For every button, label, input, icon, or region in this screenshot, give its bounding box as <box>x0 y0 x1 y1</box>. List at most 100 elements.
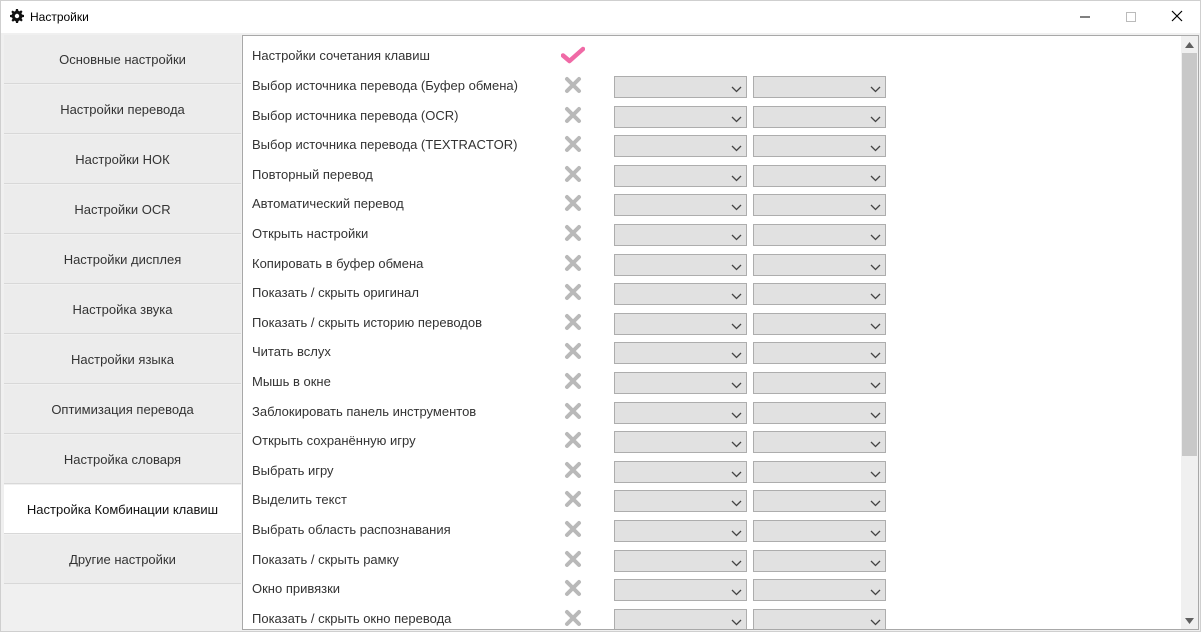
modifier-key-dropdown[interactable] <box>614 460 747 483</box>
sidebar-item-label: Оптимизация перевода <box>51 401 194 417</box>
sidebar-item[interactable]: Основные настройки <box>4 35 241 84</box>
modifier-key-dropdown[interactable] <box>614 608 747 629</box>
modifier-key-dropdown[interactable] <box>614 401 747 424</box>
close-button[interactable] <box>1154 1 1200 33</box>
sidebar-item-label: Настройки OCR <box>74 201 171 217</box>
sidebar-item[interactable]: Настройки дисплея <box>4 235 241 284</box>
x-icon[interactable] <box>561 341 585 361</box>
sidebar-item[interactable]: Настройки OCR <box>4 185 241 234</box>
x-icon[interactable] <box>561 193 585 213</box>
x-icon[interactable] <box>561 430 585 450</box>
key-dropdown[interactable] <box>753 342 886 365</box>
hotkey-label: Показать / скрыть историю переводов <box>252 314 483 330</box>
x-icon[interactable] <box>561 549 585 569</box>
key-dropdown[interactable] <box>753 164 886 187</box>
modifier-key-dropdown[interactable] <box>614 431 747 454</box>
hotkey-label: Выделить текст <box>252 492 347 508</box>
maximize-icon <box>1126 10 1136 25</box>
modifier-key-dropdown[interactable] <box>614 283 747 306</box>
sidebar-item[interactable]: Оптимизация перевода <box>4 385 241 434</box>
modifier-key-dropdown[interactable] <box>614 253 747 276</box>
modifier-key-dropdown[interactable] <box>614 579 747 602</box>
key-dropdown[interactable] <box>753 431 886 454</box>
x-icon[interactable] <box>561 489 585 509</box>
x-icon[interactable] <box>561 371 585 391</box>
sidebar-item[interactable]: Настройки перевода <box>4 85 241 134</box>
modifier-key-dropdown[interactable] <box>614 312 747 335</box>
modifier-key-dropdown[interactable] <box>614 135 747 158</box>
key-dropdown[interactable] <box>753 135 886 158</box>
key-dropdown[interactable] <box>753 520 886 542</box>
modifier-key-dropdown[interactable] <box>614 520 747 542</box>
modifier-key-dropdown[interactable] <box>614 342 747 365</box>
chevron-down-icon <box>870 348 881 359</box>
sidebar-item[interactable]: Настройка Комбинации клавиш <box>4 485 241 534</box>
scroll-down-arrow[interactable] <box>1181 612 1198 629</box>
chevron-down-icon <box>731 378 742 389</box>
check-icon[interactable] <box>561 45 585 65</box>
sidebar-item-label: Настройка Комбинации клавиш <box>26 501 219 517</box>
sidebar-item[interactable]: Настройки НОК <box>4 135 241 184</box>
x-icon[interactable] <box>561 253 585 273</box>
scroll-thumb[interactable] <box>1182 53 1197 456</box>
x-icon[interactable] <box>561 223 585 243</box>
sidebar-item[interactable]: Настройки языка <box>4 335 241 384</box>
key-dropdown[interactable] <box>753 608 886 629</box>
chevron-down-icon <box>870 260 881 271</box>
x-icon[interactable] <box>561 312 585 332</box>
gear-icon <box>10 9 24 23</box>
modifier-key-dropdown[interactable] <box>614 549 747 572</box>
modifier-key-dropdown[interactable] <box>614 164 747 187</box>
key-dropdown[interactable] <box>753 372 886 394</box>
modifier-key-dropdown[interactable] <box>614 76 747 98</box>
x-icon[interactable] <box>561 164 585 184</box>
x-icon[interactable] <box>561 519 585 539</box>
modifier-key-dropdown[interactable] <box>614 105 747 128</box>
sidebar-item[interactable]: Другие настройки <box>4 535 241 584</box>
key-dropdown[interactable] <box>753 549 886 572</box>
hotkey-label: Читать вслух <box>252 344 331 360</box>
key-dropdown[interactable] <box>753 401 886 424</box>
sidebar-item-label: Настройки НОК <box>75 151 170 167</box>
x-icon[interactable] <box>561 105 585 125</box>
chevron-down-icon <box>731 467 742 478</box>
title-bar[interactable]: Настройки <box>1 1 1200 33</box>
x-icon[interactable] <box>561 134 585 154</box>
sidebar-item[interactable]: Настройка словаря <box>4 435 241 484</box>
chevron-down-icon <box>870 289 881 300</box>
x-icon[interactable] <box>561 75 585 95</box>
x-icon[interactable] <box>561 401 585 421</box>
modifier-key-dropdown[interactable] <box>614 224 747 246</box>
x-icon[interactable] <box>561 608 585 628</box>
key-dropdown[interactable] <box>753 283 886 306</box>
chevron-down-icon <box>870 378 881 389</box>
key-dropdown[interactable] <box>753 194 886 217</box>
x-icon[interactable] <box>561 578 585 598</box>
hotkey-label: Заблокировать панель инструментов <box>252 403 477 419</box>
key-dropdown[interactable] <box>753 76 886 98</box>
modifier-key-dropdown[interactable] <box>614 490 747 513</box>
key-dropdown[interactable] <box>753 460 886 483</box>
vertical-scrollbar[interactable] <box>1181 36 1198 629</box>
sidebar-item-label: Основные настройки <box>59 51 186 67</box>
modifier-key-dropdown[interactable] <box>614 194 747 217</box>
key-dropdown[interactable] <box>753 579 886 602</box>
maximize-button[interactable] <box>1108 1 1154 33</box>
chevron-down-icon <box>870 496 881 507</box>
hotkey-row: Выбор источника перевода (TEXTRACTOR) <box>243 131 1178 160</box>
x-icon[interactable] <box>561 282 585 302</box>
hotkey-row: Показать / скрыть рамку <box>243 546 1178 575</box>
key-dropdown[interactable] <box>753 224 886 246</box>
minimize-button[interactable] <box>1062 1 1108 33</box>
sidebar-item-label: Другие настройки <box>69 551 176 567</box>
key-dropdown[interactable] <box>753 490 886 513</box>
chevron-down-icon <box>731 82 742 93</box>
key-dropdown[interactable] <box>753 105 886 128</box>
sidebar-item[interactable]: Настройка звука <box>4 285 241 334</box>
key-dropdown[interactable] <box>753 253 886 276</box>
chevron-down-icon <box>870 615 881 626</box>
modifier-key-dropdown[interactable] <box>614 372 747 394</box>
scroll-up-arrow[interactable] <box>1181 36 1198 53</box>
x-icon[interactable] <box>561 460 585 480</box>
key-dropdown[interactable] <box>753 312 886 335</box>
